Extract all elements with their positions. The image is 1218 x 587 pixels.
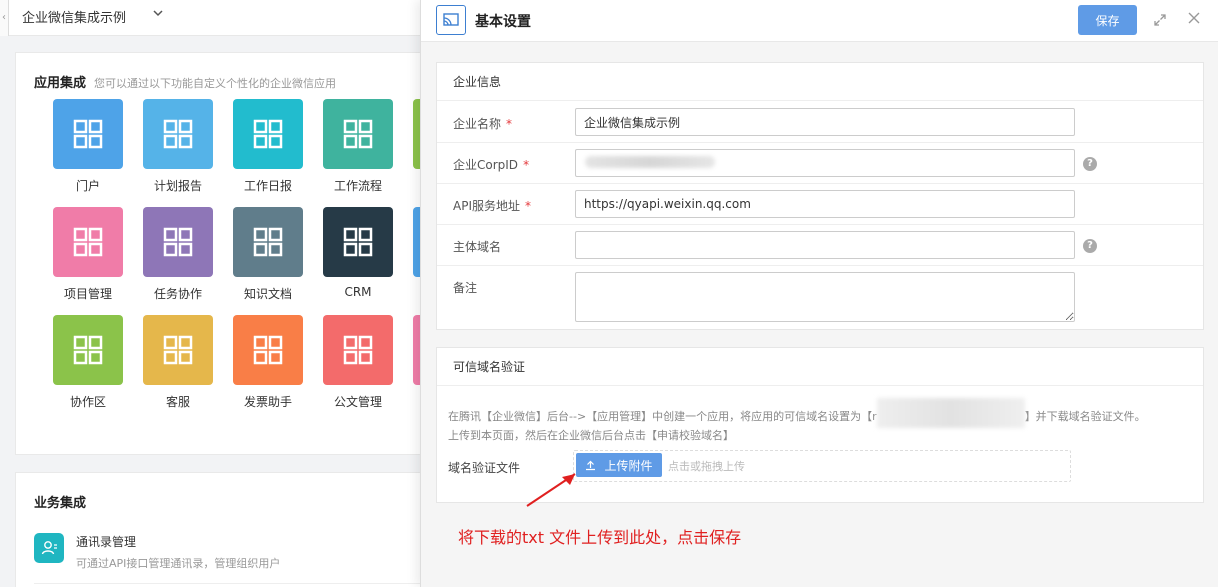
drawer-header: 基本设置 保存: [421, 0, 1218, 42]
save-button[interactable]: 保存: [1078, 5, 1137, 35]
annotation-text: 将下载的txt 文件上传到此处，点击保存: [458, 528, 742, 547]
app-tile[interactable]: 门户: [53, 99, 123, 194]
contacts-item-desc: 可通过API接口管理通讯录，管理组织用户: [76, 557, 281, 570]
contacts-icon[interactable]: [34, 533, 64, 563]
app-label: 项目管理: [63, 287, 112, 301]
settings-drawer: 基本设置 保存 企业信息 企业名称* 企业CorpID* ? API服务地址* …: [420, 0, 1218, 587]
app-grid-icon[interactable]: [323, 315, 393, 385]
app-label: 工作流程: [333, 179, 382, 193]
app-tile[interactable]: 公文管理: [323, 315, 393, 410]
top-bar: ‹ 企业微信集成示例: [0, 0, 420, 36]
upload-icon: [586, 460, 596, 470]
app-grid-icon[interactable]: [143, 207, 213, 277]
business-integration-card: 业务集成 通讯录管理 可通过API接口管理通讯录，管理组织用户: [15, 472, 435, 587]
app-label: 发票助手: [243, 395, 292, 409]
divider: [34, 583, 424, 584]
remark-textarea[interactable]: [575, 272, 1075, 322]
app-label: 工作日报: [243, 179, 292, 193]
section-title: 应用集成: [34, 76, 87, 91]
app-grid-icon[interactable]: [323, 99, 393, 169]
api-url-input[interactable]: [575, 190, 1075, 218]
app-tile[interactable]: 任务协作: [143, 207, 213, 302]
field-label: API服务地址 *: [453, 199, 531, 213]
field-label: 企业CorpID *: [453, 158, 530, 172]
redacted-domain: [876, 398, 1025, 428]
close-icon[interactable]: [1187, 10, 1201, 29]
section-header: 应用集成 您可以通过以下功能自定义个性化的企业微信应用: [34, 72, 336, 91]
help-icon[interactable]: ?: [1083, 239, 1097, 253]
app-label: 公文管理: [333, 395, 382, 409]
app-title[interactable]: 企业微信集成示例: [22, 7, 126, 26]
contacts-item-title[interactable]: 通讯录管理: [76, 533, 136, 550]
app-label: 门户: [75, 179, 100, 193]
app-grid-icon[interactable]: [53, 207, 123, 277]
domain-input[interactable]: [575, 231, 1075, 259]
instruction-text: 在腾讯【企业微信】后台-->【应用管理】中创建一个应用，将应用的可信域名设置为【…: [448, 398, 1198, 443]
field-row-api-url: API服务地址 *: [437, 184, 1203, 225]
field-row-remark: 备注: [437, 266, 1203, 329]
app-tile[interactable]: 客服: [143, 315, 213, 410]
upload-button[interactable]: 上传附件: [576, 453, 662, 477]
panel-title: 可信域名验证: [437, 348, 1203, 386]
upload-dropzone[interactable]: 上传附件 点击或拖拽上传: [573, 450, 1071, 482]
upload-hint: 点击或拖拽上传: [668, 460, 745, 473]
field-label: 备注: [453, 281, 478, 295]
company-name-input[interactable]: [575, 108, 1075, 136]
expand-icon[interactable]: [1152, 12, 1168, 28]
company-info-panel: 企业信息 企业名称* 企业CorpID* ? API服务地址* 主体域名 ? 备…: [436, 62, 1204, 330]
settings-icon: [436, 5, 466, 35]
app-grid-icon[interactable]: [143, 315, 213, 385]
collapse-handle[interactable]: ‹: [0, 0, 9, 36]
app-tile[interactable]: 协作区: [53, 315, 123, 410]
app-tile[interactable]: 发票助手: [233, 315, 303, 410]
drawer-title: 基本设置: [475, 14, 531, 30]
app-tile[interactable]: 工作流程: [323, 99, 393, 194]
redacted-value: [585, 156, 715, 168]
app-grid-icon[interactable]: [233, 315, 303, 385]
background-page: ‹ 企业微信集成示例 应用集成 您可以通过以下功能自定义个性化的企业微信应用 门户…: [0, 0, 483, 587]
annotation-arrow-icon: [526, 473, 576, 507]
help-icon[interactable]: ?: [1083, 157, 1097, 171]
file-label: 域名验证文件: [448, 461, 521, 475]
app-grid-icon[interactable]: [143, 99, 213, 169]
app-grid-icon[interactable]: [233, 99, 303, 169]
app-grid-icon[interactable]: [233, 207, 303, 277]
chevron-down-icon[interactable]: [152, 7, 164, 22]
field-row-domain: 主体域名 ?: [437, 225, 1203, 266]
app-integration-card: 应用集成 您可以通过以下功能自定义个性化的企业微信应用 门户 计划报告 工作日报 工作流…: [15, 52, 483, 455]
app-tile[interactable]: 知识文档: [233, 207, 303, 302]
section-subtitle: 您可以通过以下功能自定义个性化的企业微信应用: [94, 77, 337, 90]
section-title: 业务集成: [34, 496, 87, 511]
app-label: 协作区: [69, 395, 106, 409]
app-label: 客服: [165, 395, 190, 409]
app-label: 任务协作: [153, 287, 202, 301]
app-tile[interactable]: 项目管理: [53, 207, 123, 302]
app-label: 知识文档: [243, 287, 292, 301]
field-row-corpid: 企业CorpID * ?: [437, 143, 1203, 184]
app-tile[interactable]: 计划报告: [143, 99, 213, 194]
app-tile[interactable]: CRM: [323, 207, 393, 299]
app-tile[interactable]: 工作日报: [233, 99, 303, 194]
field-label: 企业名称 *: [453, 117, 513, 131]
field-row-company-name: 企业名称 *: [437, 102, 1203, 143]
app-grid-icon[interactable]: [53, 99, 123, 169]
app-label: CRM: [344, 285, 372, 299]
app-grid-icon[interactable]: [323, 207, 393, 277]
field-label: 主体域名: [453, 240, 502, 254]
app-label: 计划报告: [153, 179, 202, 193]
panel-title: 企业信息: [437, 63, 1203, 101]
app-grid-icon[interactable]: [53, 315, 123, 385]
